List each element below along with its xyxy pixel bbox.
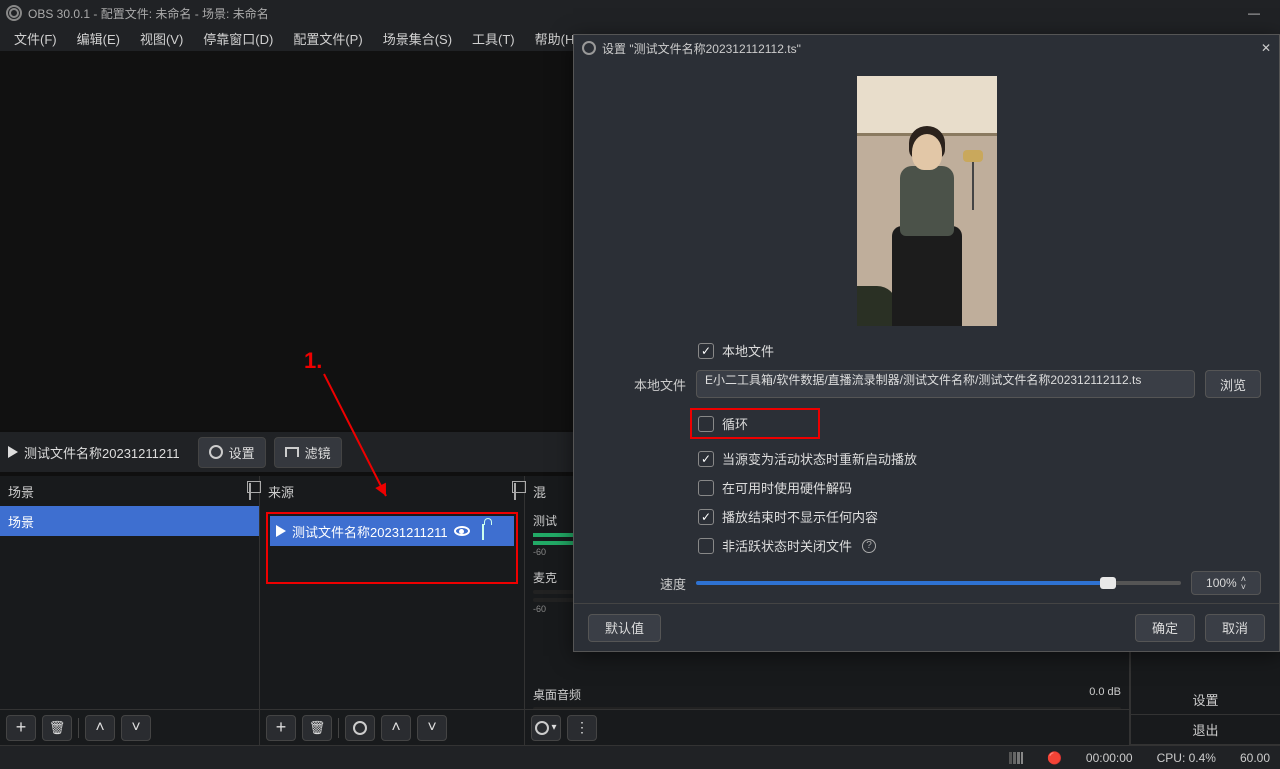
speed-knob[interactable] (1100, 577, 1116, 589)
separator (78, 718, 79, 738)
menu-tools[interactable]: 工具(T) (462, 29, 525, 48)
source-up-button[interactable] (381, 715, 411, 741)
help-icon[interactable]: ? (862, 539, 876, 553)
annotation-box-2: 循环 (690, 408, 820, 439)
hide-end-label: 播放结束时不显示任何内容 (722, 507, 878, 526)
scene-up-button[interactable] (85, 715, 115, 741)
scene-item-label: 场景 (8, 512, 34, 531)
menu-file[interactable]: 文件(F) (4, 29, 67, 48)
local-file-checkbox[interactable] (698, 343, 714, 359)
defaults-button[interactable]: 默认值 (588, 614, 661, 642)
hw-decode-checkbox[interactable] (698, 480, 714, 496)
sources-dock-icon[interactable] (514, 484, 516, 499)
dialog-form: 本地文件 本地文件 E小二工具箱/软件数据/直播流录制器/测试文件名称/测试文件… (574, 341, 1279, 571)
status-time-icon: 🔴 (1047, 751, 1062, 765)
source-properties-dialog: 设置 "测试文件名称202312112112.ts" ✕ 本地文件 本地文件 E… (573, 34, 1280, 652)
cancel-button[interactable]: 取消 (1205, 614, 1265, 642)
tick: -60 (533, 604, 546, 614)
source-item-label: 测试文件名称20231211211 (292, 522, 448, 541)
source-properties-button[interactable] (345, 715, 375, 741)
separator (338, 718, 339, 738)
speed-slider[interactable] (696, 581, 1181, 585)
status-time: 00:00:00 (1086, 751, 1133, 765)
menu-scene-collection[interactable]: 场景集合(S) (373, 29, 462, 48)
settings-button[interactable]: 设置 (1131, 685, 1280, 715)
ok-button[interactable]: 确定 (1135, 614, 1195, 642)
loop-checkbox[interactable] (698, 416, 714, 432)
speed-value: 100% (1206, 576, 1237, 590)
exit-button[interactable]: 退出 (1131, 715, 1280, 745)
status-cpu: CPU: 0.4% (1157, 751, 1216, 765)
lock-toggle-icon[interactable] (482, 524, 484, 539)
hide-on-end-checkbox[interactable] (698, 509, 714, 525)
menu-dock[interactable]: 停靠窗口(D) (193, 29, 283, 48)
filters-button[interactable]: 滤镜 (274, 437, 342, 468)
dialog-title-bar[interactable]: 设置 "测试文件名称202312112112.ts" ✕ (574, 35, 1279, 61)
minimize-button[interactable]: — (1234, 6, 1274, 20)
filter-icon (285, 447, 299, 457)
close-inactive-label: 非活跃状态时关闭文件 (722, 536, 852, 555)
add-scene-button[interactable] (6, 715, 36, 741)
mixer-title: 混 (533, 482, 546, 501)
scenes-dock-icon[interactable] (249, 484, 251, 499)
menu-view[interactable]: 视图(V) (130, 29, 193, 48)
mixer-settings-button[interactable]: ▾ (531, 715, 561, 741)
loop-label: 循环 (722, 414, 748, 433)
status-fps: 60.00 (1240, 751, 1270, 765)
menu-edit[interactable]: 编辑(E) (67, 29, 130, 48)
browse-button[interactable]: 浏览 (1205, 370, 1261, 398)
speed-value-box[interactable]: 100% ˄˅ (1191, 571, 1261, 595)
window-title: OBS 30.0.1 - 配置文件: 未命名 - 场景: 未命名 (28, 5, 269, 22)
selected-source-name: 测试文件名称20231211211 (24, 443, 180, 462)
scenes-title: 场景 (8, 482, 34, 501)
filters-label: 滤镜 (305, 443, 331, 462)
annotation-box-1: 测试文件名称20231211211 (266, 512, 518, 584)
restart-label: 当源变为活动状态时重新启动播放 (722, 449, 917, 468)
properties-button[interactable]: 设置 (198, 437, 266, 468)
dialog-preview (574, 61, 1279, 341)
add-source-button[interactable] (266, 715, 296, 741)
close-when-inactive-checkbox[interactable] (698, 538, 714, 554)
media-source-icon (276, 525, 286, 537)
dialog-button-row: 默认值 确定 取消 (574, 603, 1279, 651)
status-bar: 🔴 00:00:00 CPU: 0.4% 60.00 (0, 745, 1280, 769)
path-label: 本地文件 (592, 375, 686, 394)
dialog-close-button[interactable]: ✕ (1261, 41, 1271, 55)
source-item[interactable]: 测试文件名称20231211211 (270, 516, 514, 546)
scene-down-button[interactable] (121, 715, 151, 741)
mixer-ch1-name: 测试 (533, 514, 557, 528)
source-down-button[interactable] (417, 715, 447, 741)
network-icon (1009, 752, 1023, 764)
speed-label: 速度 (592, 574, 686, 593)
properties-label: 设置 (229, 443, 255, 462)
mixer-ch2-name: 麦克 (533, 571, 557, 585)
hw-label: 在可用时使用硬件解码 (722, 478, 852, 497)
visibility-toggle-icon[interactable] (454, 526, 470, 536)
title-bar: OBS 30.0.1 - 配置文件: 未命名 - 场景: 未命名 — (0, 0, 1280, 26)
mixer-ch3-db: 0.0 dB (1089, 686, 1121, 698)
dialog-title: 设置 "测试文件名称202312112112.ts" (602, 40, 801, 57)
annotation-1-label: 1. (304, 348, 322, 374)
play-icon (8, 446, 18, 458)
mixer-ch3-name: 桌面音频 (533, 688, 581, 702)
spinner-icon[interactable]: ˄˅ (1241, 575, 1246, 591)
sources-title: 来源 (268, 482, 294, 501)
scenes-panel: 场景 场景 (0, 476, 260, 745)
obs-logo-icon (582, 41, 596, 55)
remove-source-button[interactable] (302, 715, 332, 741)
selected-source-display: 测试文件名称20231211211 (8, 438, 190, 467)
gear-icon (209, 445, 223, 459)
preview-thumbnail (857, 76, 997, 326)
scene-item[interactable]: 场景 (0, 506, 259, 536)
restart-on-activate-checkbox[interactable] (698, 451, 714, 467)
file-path-input[interactable]: E小二工具箱/软件数据/直播流录制器/测试文件名称/测试文件名称20231211… (696, 370, 1195, 398)
remove-scene-button[interactable] (42, 715, 72, 741)
menu-profile[interactable]: 配置文件(P) (283, 29, 372, 48)
mixer-menu-button[interactable] (567, 715, 597, 741)
tick: -60 (533, 547, 546, 557)
local-file-label: 本地文件 (722, 341, 774, 360)
obs-logo-icon (6, 5, 22, 21)
sources-panel: 来源 测试文件名称20231211211 (260, 476, 525, 745)
